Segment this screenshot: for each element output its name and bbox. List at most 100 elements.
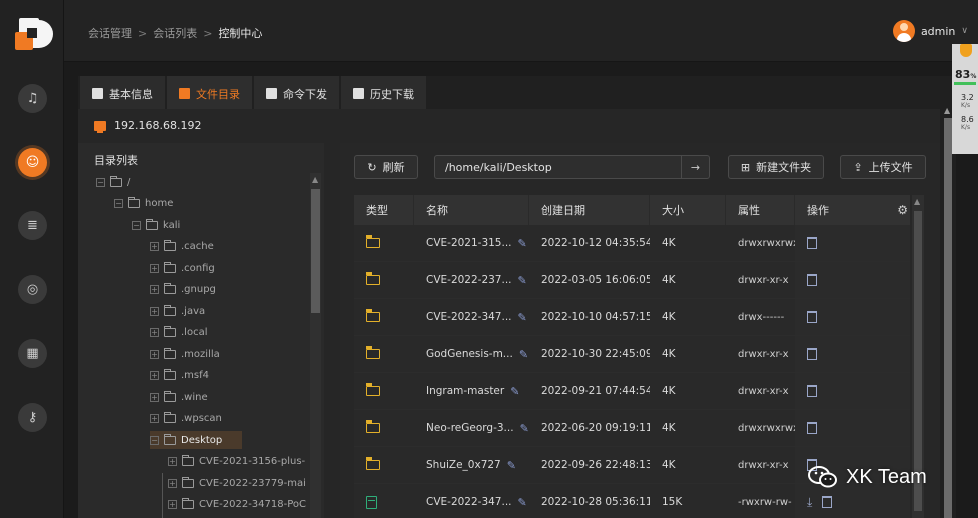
expand-icon[interactable]: + bbox=[150, 392, 159, 402]
tree-node[interactable]: + .mozilla bbox=[150, 345, 220, 363]
file-name[interactable]: GodGenesis-m... bbox=[426, 348, 513, 360]
avatar[interactable] bbox=[892, 20, 915, 42]
edit-icon[interactable]: ✎ bbox=[518, 237, 527, 250]
refresh-button[interactable]: ↻ 刷新 bbox=[354, 155, 418, 179]
edit-icon[interactable]: ✎ bbox=[518, 311, 527, 324]
username[interactable]: admin bbox=[921, 25, 955, 38]
path-go-button[interactable]: → bbox=[681, 156, 709, 178]
file-name[interactable]: CVE-2022-347... bbox=[426, 311, 512, 323]
tab-download-history[interactable]: 历史下载 bbox=[341, 76, 426, 109]
breadcrumb-item-session-list[interactable]: 会话列表 bbox=[153, 27, 197, 40]
key-icon[interactable]: ⚷ bbox=[18, 403, 47, 432]
tree-node[interactable]: − / bbox=[96, 173, 130, 191]
tree-node[interactable]: + .wpscan bbox=[150, 410, 222, 428]
scroll-up-icon[interactable]: ▲ bbox=[914, 197, 920, 206]
file-name[interactable]: CVE-2022-237... bbox=[426, 274, 512, 286]
expand-icon[interactable]: + bbox=[150, 242, 159, 251]
trash-icon[interactable] bbox=[807, 274, 817, 286]
tab-basic-info[interactable]: 基本信息 bbox=[80, 76, 165, 109]
tree-node[interactable]: − kali bbox=[132, 216, 180, 234]
edit-icon[interactable]: ✎ bbox=[518, 274, 527, 287]
column-header-type[interactable]: 类型 bbox=[354, 195, 414, 225]
upload-button[interactable]: ⇪ 上传文件 bbox=[840, 155, 926, 179]
expand-icon[interactable]: + bbox=[150, 328, 159, 337]
collapse-icon[interactable]: − bbox=[96, 177, 105, 187]
collapse-icon[interactable]: − bbox=[150, 435, 159, 445]
edit-icon[interactable]: ✎ bbox=[519, 348, 528, 361]
tree-node[interactable]: + .cache bbox=[150, 238, 214, 256]
cell-name[interactable]: ShuiZe_0x727 ✎ bbox=[414, 447, 529, 483]
tree-node[interactable]: + .msf4 bbox=[150, 367, 209, 385]
tree-node[interactable]: + CVE-2022-34718-PoC bbox=[168, 496, 306, 514]
collapse-icon[interactable]: − bbox=[132, 220, 141, 230]
file-name[interactable]: Neo-reGeorg-3... bbox=[426, 422, 514, 434]
tree-node[interactable]: + .wine bbox=[150, 388, 208, 406]
calendar-icon[interactable]: ▦ bbox=[18, 339, 47, 368]
edit-icon[interactable]: ✎ bbox=[510, 385, 519, 398]
smiley-icon[interactable]: ☺ bbox=[18, 148, 47, 177]
scroll-up-icon[interactable]: ▲ bbox=[944, 106, 950, 115]
file-name[interactable]: ShuiZe_0x727 bbox=[426, 459, 501, 471]
cell-name[interactable]: CVE-2022-347... ✎ bbox=[414, 484, 529, 518]
trash-icon[interactable] bbox=[807, 348, 817, 360]
file-name[interactable]: CVE-2022-347... bbox=[426, 496, 512, 508]
tree-scrollbar[interactable]: ▲ bbox=[310, 173, 321, 518]
scroll-up-icon[interactable]: ▲ bbox=[312, 175, 318, 184]
file-name[interactable]: Ingram-master bbox=[426, 385, 504, 397]
table-row[interactable]: CVE-2021-315... ✎ 2022-10-12 04:35:54 4K drw… bbox=[354, 225, 910, 262]
trash-icon[interactable] bbox=[822, 496, 833, 508]
tree-node[interactable]: + .java bbox=[150, 302, 205, 320]
app-logo[interactable] bbox=[13, 14, 55, 52]
edit-icon[interactable]: ✎ bbox=[520, 422, 529, 435]
headset-icon[interactable]: ♫ bbox=[18, 84, 47, 113]
table-row[interactable]: CVE-2022-347... ✎ 2022-10-10 04:57:15 4K drw… bbox=[354, 299, 910, 336]
tree-scroll-thumb[interactable] bbox=[311, 189, 320, 313]
new-folder-button[interactable]: ⊞ 新建文件夹 bbox=[728, 155, 824, 179]
cell-name[interactable]: Ingram-master ✎ bbox=[414, 373, 529, 409]
page-scroll-thumb[interactable] bbox=[944, 118, 952, 518]
path-input[interactable] bbox=[435, 156, 683, 178]
cell-name[interactable]: CVE-2022-237... ✎ bbox=[414, 262, 529, 298]
tree-node[interactable]: + .gnupg bbox=[150, 281, 216, 299]
expand-icon[interactable]: + bbox=[150, 371, 159, 380]
edit-icon[interactable]: ✎ bbox=[507, 459, 516, 472]
breadcrumb-item-session-manage[interactable]: 会话管理 bbox=[88, 27, 132, 40]
tree-node[interactable]: − home bbox=[114, 195, 173, 213]
system-monitor-widget[interactable]: 83% 3.2 K/s 8.6 K/s bbox=[952, 44, 978, 154]
table-row[interactable]: Neo-reGeorg-3... ✎ 2022-06-20 09:19:11 4K dr… bbox=[354, 410, 910, 447]
trash-icon[interactable] bbox=[807, 237, 817, 249]
tree-node[interactable]: + .local bbox=[150, 324, 207, 342]
radar-icon[interactable]: ◎ bbox=[18, 275, 47, 304]
cell-name[interactable]: GodGenesis-m... ✎ bbox=[414, 336, 529, 372]
document-icon[interactable]: ≣ bbox=[18, 211, 47, 240]
table-row[interactable]: Ingram-master ✎ 2022-09-21 07:44:54 4K drwxr… bbox=[354, 373, 910, 410]
cell-name[interactable]: CVE-2022-347... ✎ bbox=[414, 299, 529, 335]
expand-icon[interactable]: + bbox=[168, 500, 177, 509]
trash-icon[interactable] bbox=[807, 311, 817, 323]
collapse-icon[interactable]: − bbox=[114, 199, 123, 208]
table-row[interactable]: CVE-2022-237... ✎ 2022-03-05 16:06:05 4K drw… bbox=[354, 262, 910, 299]
file-name[interactable]: CVE-2021-315... bbox=[426, 237, 512, 249]
trash-icon[interactable] bbox=[807, 422, 817, 434]
chevron-down-icon[interactable]: ∨ bbox=[961, 26, 968, 36]
expand-icon[interactable]: + bbox=[150, 263, 159, 273]
gear-icon[interactable]: ⚙ bbox=[897, 203, 908, 217]
tree-node[interactable]: + .config bbox=[150, 259, 215, 277]
expand-icon[interactable]: + bbox=[150, 306, 159, 316]
tab-file-directory[interactable]: 文件目录 bbox=[167, 76, 252, 109]
edit-icon[interactable]: ✎ bbox=[518, 496, 527, 509]
expand-icon[interactable]: + bbox=[168, 457, 177, 466]
user-menu[interactable]: admin ∨ bbox=[892, 20, 968, 42]
expand-icon[interactable]: + bbox=[150, 349, 159, 359]
download-icon[interactable]: ⤓ bbox=[807, 495, 812, 510]
column-header-size[interactable]: 大小 bbox=[650, 195, 726, 225]
column-header-name[interactable]: 名称 bbox=[414, 195, 529, 225]
expand-icon[interactable]: + bbox=[150, 285, 159, 294]
table-row[interactable]: GodGenesis-m... ✎ 2022-10-30 22:45:09 4K drw… bbox=[354, 336, 910, 373]
tab-command[interactable]: 命令下发 bbox=[254, 76, 339, 109]
tree-node[interactable]: + CVE-2022-23779-mai bbox=[168, 474, 306, 492]
column-header-attr[interactable]: 属性 bbox=[726, 195, 795, 225]
cell-name[interactable]: CVE-2021-315... ✎ bbox=[414, 225, 529, 261]
tree-node[interactable]: − Desktop bbox=[150, 431, 243, 449]
expand-icon[interactable]: + bbox=[150, 414, 159, 423]
